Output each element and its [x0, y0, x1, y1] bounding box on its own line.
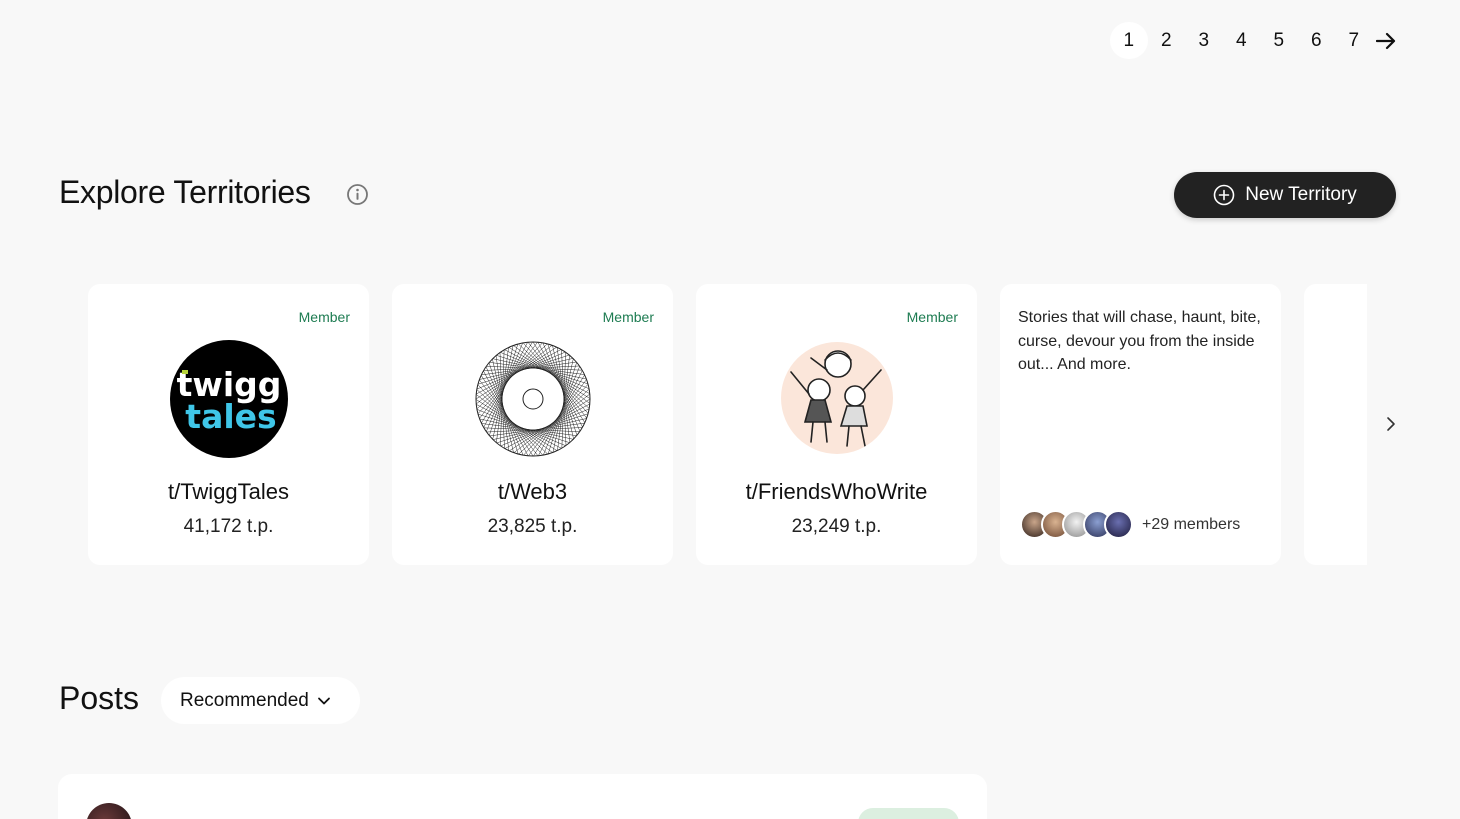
member-count: +29 members — [1142, 516, 1241, 533]
post-author[interactable] — [159, 812, 259, 819]
territory-name: t/FriendsWhoWrite — [745, 479, 928, 504]
page-1-button[interactable]: 1 — [1110, 22, 1148, 59]
carousel-next-button[interactable] — [1378, 410, 1404, 438]
territory-score: 23,825 t.p. — [487, 516, 578, 537]
page-7-button[interactable]: 7 — [1335, 22, 1373, 59]
avatar[interactable] — [86, 803, 132, 819]
territory-card-horror[interactable]: Stories that will chase, haunt, bite, cu… — [1000, 284, 1281, 565]
page-2-button[interactable]: 2 — [1148, 22, 1186, 59]
logo-text-bottom: tales — [185, 397, 276, 436]
territories-carousel: Member twigg tales t/TwiggTales 41,172 t… — [88, 284, 1367, 566]
page-4-button[interactable]: 4 — [1223, 22, 1261, 59]
territory-score: 23,249 t.p. — [791, 516, 882, 537]
territory-name: t/Web3 — [497, 479, 568, 504]
next-page-button[interactable] — [1373, 22, 1399, 59]
new-territory-label: New Territory — [1245, 184, 1357, 205]
page-6-button[interactable]: 6 — [1298, 22, 1336, 59]
territory-card-web3[interactable]: Member t/Web3 23,825 t.p. — [392, 284, 673, 565]
member-badge: Member — [602, 309, 654, 325]
explore-territories-title: Explore Territories — [59, 174, 311, 210]
posts-title: Posts — [59, 680, 140, 716]
chevron-down-icon — [317, 697, 330, 704]
territory-name: t/TwiggTales — [167, 479, 290, 504]
territory-card-partial[interactable] — [1304, 284, 1367, 565]
territory-score: 41,172 t.p. — [183, 516, 274, 537]
member-avatars — [1020, 510, 1133, 539]
sort-label: Recommended — [180, 689, 309, 711]
member-badge: Member — [906, 309, 958, 325]
new-territory-button[interactable]: New Territory — [1174, 172, 1396, 218]
sort-dropdown[interactable]: Recommended — [161, 677, 360, 724]
post-card[interactable] — [58, 774, 987, 819]
plus-circle-icon — [1213, 184, 1235, 206]
avatar — [1104, 510, 1133, 539]
pagination: 1 2 3 4 5 6 7 — [1110, 22, 1399, 59]
friendswhowrite-logo — [780, 342, 893, 454]
chevron-right-icon — [1387, 417, 1395, 431]
territory-description: Stories that will chase, haunt, bite, cu… — [1018, 309, 1261, 373]
arrow-right-icon — [1375, 32, 1395, 49]
web3-logo — [473, 340, 592, 458]
post-tag[interactable] — [858, 808, 959, 819]
page-3-button[interactable]: 3 — [1185, 22, 1223, 59]
twiggtales-logo: twigg tales — [169, 340, 288, 458]
page-5-button[interactable]: 5 — [1260, 22, 1298, 59]
member-badge: Member — [298, 309, 350, 325]
territory-card-twiggtales[interactable]: Member twigg tales t/TwiggTales 41,172 t… — [88, 284, 369, 565]
territory-card-friendswhowrite[interactable]: Member t/FriendsWhoWrite 23,249 t.p. — [696, 284, 977, 565]
info-icon[interactable] — [346, 183, 369, 206]
